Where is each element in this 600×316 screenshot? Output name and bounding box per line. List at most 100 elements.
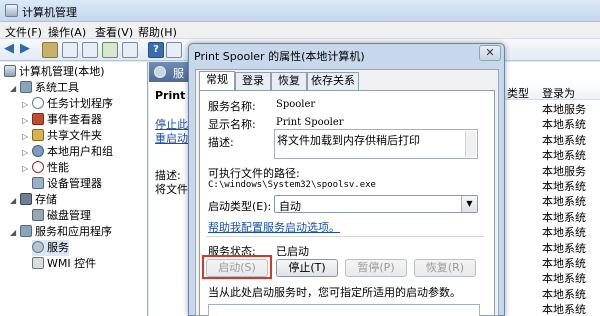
resume-button[interactable]: 恢复(R) <box>414 259 476 277</box>
menu-action[interactable]: 操作(A) <box>48 24 86 40</box>
collapse-icon[interactable]: ◢ <box>10 225 18 241</box>
tree-item-storage[interactable]: ◢ 存储 <box>10 192 57 208</box>
tab-general[interactable]: 常规 <box>199 71 235 91</box>
service-status-value: 已启动 <box>276 245 309 258</box>
tab-dependencies[interactable]: 依存关系 <box>307 72 359 90</box>
window-titlebar: 计算机管理 <box>0 0 600 22</box>
list-row-logon[interactable]: 本地系统 <box>542 287 586 303</box>
list-row-logon[interactable]: 本地系统 <box>542 194 586 210</box>
tree-item-services-apps[interactable]: ◢ 服务和应用程序 <box>10 224 112 240</box>
menu-bar: 文件(F) 操作(A) 查看(V) 帮助(H) <box>0 22 600 39</box>
column-type[interactable]: 类型 <box>507 85 529 101</box>
startup-type-label: 启动类型(E): <box>208 200 272 213</box>
description-textbox[interactable]: 将文件加载到内存供稍后打印 <box>274 129 478 159</box>
services-apps-icon <box>20 225 32 237</box>
divider <box>206 236 484 237</box>
detail-pane-header: 服 <box>149 62 190 82</box>
description-field-label: 描述: <box>208 136 234 149</box>
users-icon <box>32 145 44 157</box>
properties-icon[interactable] <box>82 42 98 58</box>
event-viewer-icon <box>32 113 44 125</box>
help-config-link[interactable]: 帮助我配置服务启动选项。 <box>208 219 340 235</box>
list-row-logon[interactable]: 本地系统 <box>542 271 586 287</box>
list-row-logon[interactable]: 本地系统 <box>542 241 586 257</box>
service-name-label: 服务名称: <box>208 100 256 113</box>
tree-item-system-tools[interactable]: ◢ 系统工具 <box>10 80 79 96</box>
display-name-value: Print Spooler <box>276 117 344 128</box>
detail-pane-title: 服 <box>173 67 184 80</box>
tab-logon[interactable]: 登录 <box>235 72 271 90</box>
description-scrollbar[interactable] <box>465 131 476 157</box>
tree-item-device-manager[interactable]: 设备管理器 <box>32 176 102 192</box>
expand-icon[interactable]: ▷ <box>22 145 30 161</box>
computer-management-icon <box>5 4 18 17</box>
collapse-icon[interactable]: ◢ <box>10 193 18 209</box>
start-params-hint: 当从此处启动服务时，您可指定所适用的启动参数。 <box>208 286 461 299</box>
tree-item-services[interactable]: 服务 <box>32 240 69 256</box>
dialog-title: Print Spooler 的属性(本地计算机) <box>194 50 365 63</box>
start-params-input[interactable] <box>208 304 480 316</box>
refresh-icon[interactable] <box>102 42 118 58</box>
services-list-header: 类型 登录为 <box>503 82 600 100</box>
list-row-logon[interactable]: 本地系统 <box>542 256 586 272</box>
storage-icon <box>20 193 32 205</box>
list-row-logon[interactable]: 本地系统 <box>542 148 586 164</box>
console-icon[interactable] <box>166 42 182 58</box>
tree-item-local-users[interactable]: ▷ 本地用户和组 <box>22 144 113 160</box>
stop-button[interactable]: 停止(T) <box>276 259 338 277</box>
tree-item-wmi[interactable]: WMI 控件 <box>32 256 96 272</box>
back-icon[interactable]: ◀ <box>4 42 20 58</box>
folder-icon[interactable] <box>42 42 58 58</box>
restart-service-link[interactable]: 重启动 <box>155 130 188 146</box>
tree-item-performance[interactable]: ▷ 性能 <box>22 160 69 176</box>
forward-icon[interactable]: ▶ <box>20 42 36 58</box>
service-name-value: Spooler <box>276 99 316 110</box>
wmi-icon <box>32 257 44 269</box>
expand-icon[interactable]: ▷ <box>22 97 30 113</box>
list-row-logon[interactable]: 本地系统 <box>542 133 586 149</box>
help-icon[interactable]: ? <box>148 42 164 58</box>
tree-item-event-viewer[interactable]: ▷ 事件查看器 <box>22 112 102 128</box>
tab-recovery[interactable]: 恢复 <box>271 72 307 90</box>
list-row-logon[interactable]: 本地系统 <box>542 179 586 195</box>
expand-icon[interactable]: ▷ <box>22 113 30 129</box>
list-row-logon[interactable]: 本地系统 <box>542 210 586 226</box>
column-logon[interactable]: 登录为 <box>542 85 575 101</box>
gear-icon <box>32 241 44 253</box>
tools-icon <box>20 81 32 93</box>
performance-icon <box>32 161 44 173</box>
export-icon[interactable] <box>122 42 138 58</box>
description-value: 将文件加载到内存供稍后打印 <box>277 134 420 147</box>
display-name-label: 显示名称: <box>208 118 256 131</box>
tree-item-shared-folders[interactable]: ▷ 共享文件夹 <box>22 128 102 144</box>
computer-icon <box>4 65 16 77</box>
menu-file[interactable]: 文件(F) <box>5 24 42 40</box>
tree-item-disk-management[interactable]: 磁盘管理 <box>32 208 91 224</box>
startup-type-select[interactable]: 自动 ▼ <box>274 195 478 213</box>
list-view-icon[interactable] <box>62 42 78 58</box>
menu-help[interactable]: 帮助(H) <box>138 24 177 40</box>
menu-view[interactable]: 查看(V) <box>95 24 133 40</box>
shared-folder-icon <box>32 129 44 141</box>
startup-type-value: 自动 <box>279 200 301 213</box>
highlight-box <box>202 255 272 279</box>
list-row-logon[interactable]: 本地系统 <box>542 302 586 316</box>
exec-path-label: 可执行文件的路径: <box>208 167 300 180</box>
chevron-down-icon[interactable]: ▼ <box>461 196 477 212</box>
list-row-logon[interactable]: 本地系统 <box>542 117 586 133</box>
disk-icon <box>32 209 44 221</box>
list-row-logon[interactable]: 本地系统 <box>542 225 586 241</box>
exec-path-value: C:\windows\System32\spoolsv.exe <box>208 180 376 190</box>
close-button[interactable]: ✕ <box>479 45 501 61</box>
services-gear-icon <box>154 66 166 78</box>
list-row-logon[interactable]: 本地服务 <box>542 164 586 180</box>
window-title: 计算机管理 <box>22 6 77 19</box>
tree-item-task-scheduler[interactable]: ▷ 任务计划程序 <box>22 96 113 112</box>
list-row-logon[interactable]: 本地服务 <box>542 102 586 118</box>
expand-icon[interactable]: ▷ <box>22 129 30 145</box>
tree-root[interactable]: 计算机管理(本地) <box>4 64 105 80</box>
collapse-icon[interactable]: ◢ <box>10 81 18 97</box>
clock-icon <box>32 97 44 109</box>
pause-button[interactable]: 暂停(P) <box>345 259 407 277</box>
expand-icon[interactable]: ▷ <box>22 161 30 177</box>
